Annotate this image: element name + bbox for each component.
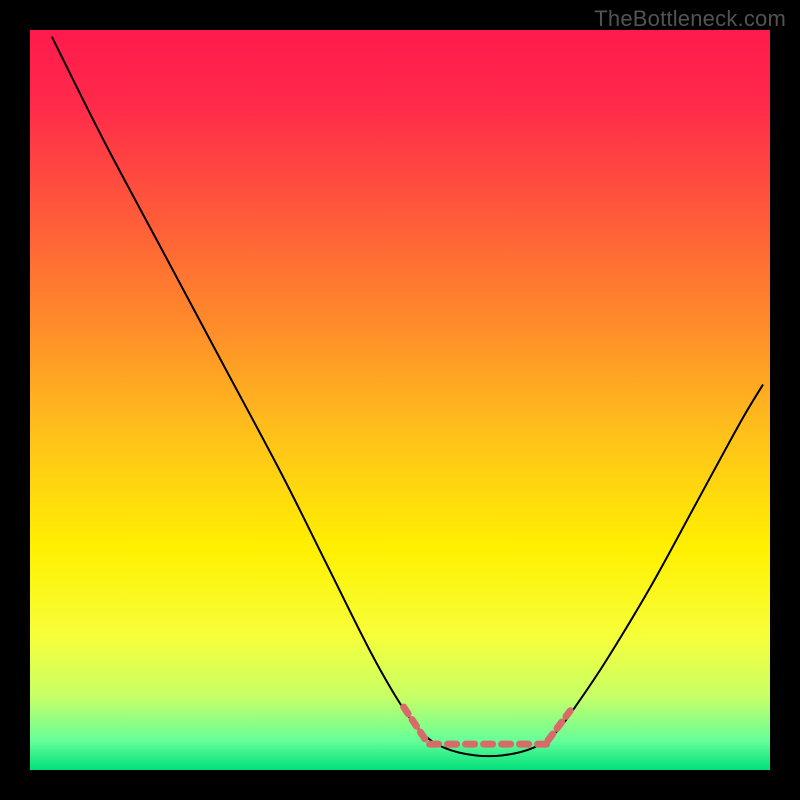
watermark-text: TheBottleneck.com [594,6,786,32]
chart-frame: TheBottleneck.com [0,0,800,800]
chart-svg [30,30,770,770]
gradient-background [30,30,770,770]
chart-plot-area [30,30,770,770]
